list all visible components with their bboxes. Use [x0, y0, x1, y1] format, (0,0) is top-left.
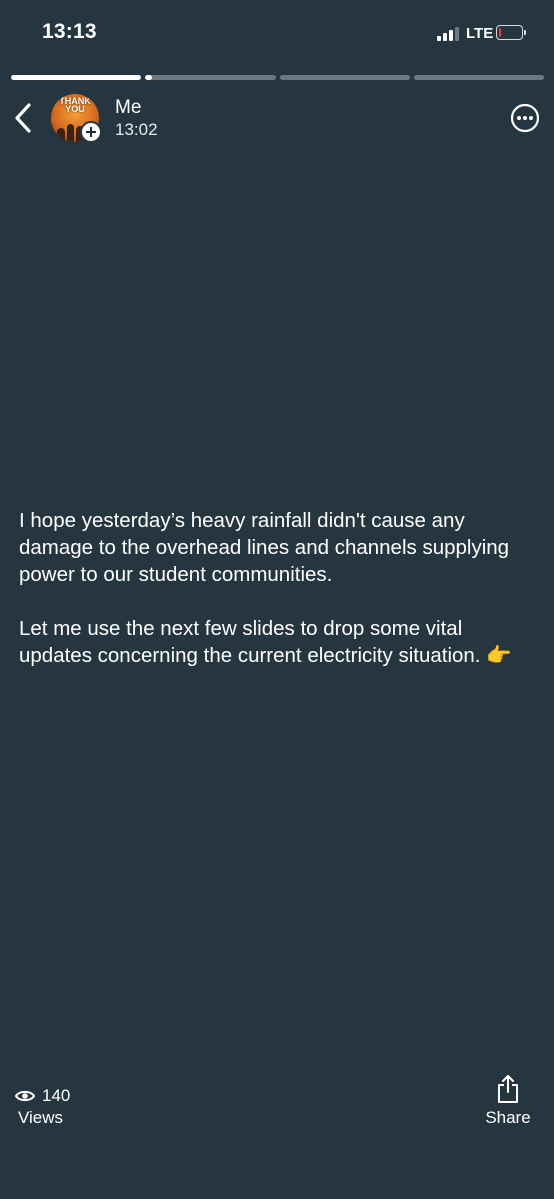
post-time: 13:02	[115, 120, 158, 139]
views-button[interactable]: 140 Views	[15, 1086, 95, 1132]
signal-icon	[437, 27, 461, 41]
network-type: LTE	[466, 25, 494, 42]
back-button[interactable]	[12, 101, 38, 135]
share-icon	[498, 1075, 518, 1103]
eye-icon	[15, 1090, 35, 1102]
status-bar: 13:13 LTE	[0, 0, 554, 62]
battery-icon	[496, 25, 526, 40]
chevron-left-icon	[15, 103, 31, 133]
story-progress-segment	[145, 75, 276, 80]
story-progress-segment	[279, 75, 410, 80]
status-time: 13:13	[42, 20, 97, 43]
avatar-caption: THANK YOU	[59, 96, 91, 114]
story-progress-segment	[413, 75, 544, 80]
status-paragraph: I hope yesterday’s heavy rainfall didn't…	[19, 509, 510, 586]
status-paragraph: Let me use the next few slides to drop s…	[19, 617, 512, 667]
status-message: I hope yesterday’s heavy rainfall didn't…	[19, 507, 539, 696]
share-label: Share	[485, 1108, 531, 1127]
plus-icon[interactable]	[80, 121, 102, 143]
views-label: Views	[18, 1108, 64, 1127]
author-name: Me	[115, 97, 142, 118]
views-count: 140	[42, 1086, 71, 1105]
share-button[interactable]: Share	[480, 1074, 536, 1134]
story-progress-bar	[11, 75, 544, 80]
more-options-button[interactable]	[510, 103, 540, 133]
story-progress-segment	[11, 75, 142, 80]
ellipsis-circle-icon	[510, 103, 540, 133]
